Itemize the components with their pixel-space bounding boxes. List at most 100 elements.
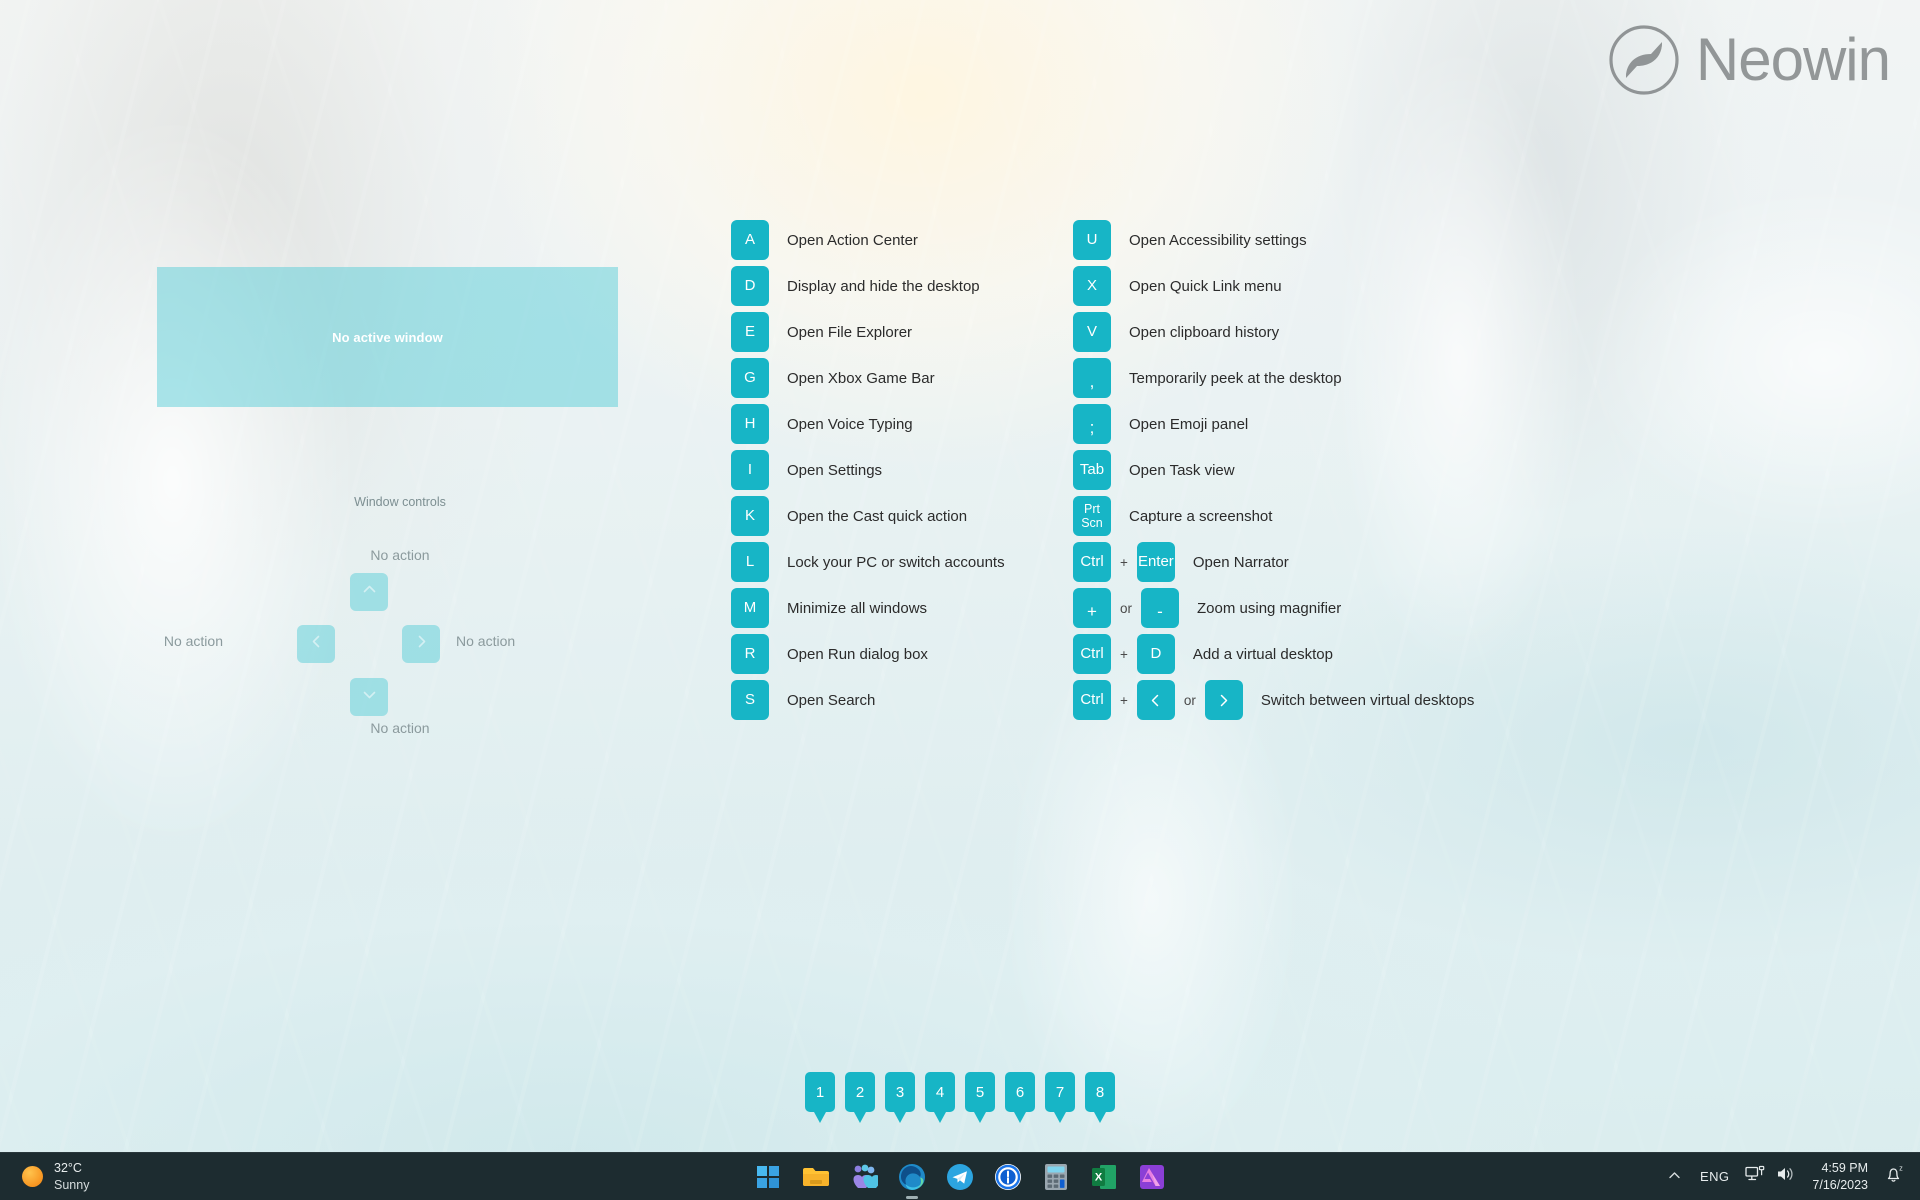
start-button[interactable] xyxy=(750,1159,786,1195)
shortcut-keys: D xyxy=(731,266,769,306)
shortcut-description: Capture a screenshot xyxy=(1129,507,1273,525)
window-control-left-button[interactable] xyxy=(297,625,335,663)
key-x[interactable]: X xyxy=(1073,266,1111,306)
key-a[interactable]: A xyxy=(731,220,769,260)
shortcut-row: V Open clipboard history xyxy=(1073,312,1474,352)
key-prt-scn[interactable]: Prt Scn xyxy=(1073,496,1111,536)
shortcut-row: Ctrl + Enter Open Narrator xyxy=(1073,542,1474,582)
shortcut-description: Minimize all windows xyxy=(787,599,928,617)
key-[interactable]: ; xyxy=(1073,404,1111,444)
shortcut-row: E Open File Explorer xyxy=(731,312,1005,352)
shortcut-row: ; Open Emoji panel xyxy=(1073,404,1474,444)
shortcut-row: R Open Run dialog box xyxy=(731,634,1005,674)
shortcut-description: Open Run dialog box xyxy=(787,645,928,663)
taskbar-position-badge-2[interactable]: 2 xyxy=(845,1072,875,1112)
key-joiner: or xyxy=(1183,692,1196,708)
key-h[interactable]: H xyxy=(731,404,769,444)
shortcut-list-right: U Open Accessibility settings X Open Quick … xyxy=(1073,220,1474,726)
key-r[interactable]: R xyxy=(731,634,769,674)
key-k[interactable]: K xyxy=(731,496,769,536)
shortcut-row: X Open Quick Link menu xyxy=(1073,266,1474,306)
widgets-icon xyxy=(853,1164,878,1188)
shortcut-row: A Open Action Center xyxy=(731,220,1005,260)
key-[interactable]: - xyxy=(1141,588,1180,628)
file-explorer-button[interactable] xyxy=(798,1159,834,1195)
neowin-watermark: Neowin xyxy=(1608,24,1891,96)
key-u[interactable]: U xyxy=(1073,220,1111,260)
taskbar-position-badge-3[interactable]: 3 xyxy=(885,1072,915,1112)
window-control-left-label: No action xyxy=(163,633,223,649)
shortcut-keys: Ctrl + D xyxy=(1073,634,1175,674)
key-[interactable]: + xyxy=(1073,588,1111,628)
shortcut-keys: Prt Scn xyxy=(1073,496,1111,536)
shortcut-row: G Open Xbox Game Bar xyxy=(731,358,1005,398)
folder-icon xyxy=(803,1167,829,1186)
key-chevron-left[interactable] xyxy=(1136,680,1175,720)
taskbar-position-badge-1[interactable]: 1 xyxy=(805,1072,835,1112)
taskbar: 32°C Sunny X ENG 4:59 PM 7/16/2023 z xyxy=(0,1152,1920,1200)
shortcut-keys: ; xyxy=(1073,404,1111,444)
taskbar-position-badge-6[interactable]: 6 xyxy=(1005,1072,1035,1112)
chevron-left-icon xyxy=(1147,692,1164,709)
window-control-down-button[interactable] xyxy=(350,678,388,716)
shortcut-keys: Ctrl + Enter xyxy=(1073,542,1175,582)
calculator-button[interactable] xyxy=(1038,1159,1074,1195)
shortcut-description: Open Settings xyxy=(787,461,883,479)
key-g[interactable]: G xyxy=(731,358,769,398)
affinity-photo-button[interactable] xyxy=(1134,1159,1170,1195)
key-d[interactable]: D xyxy=(731,266,769,306)
key-e[interactable]: E xyxy=(731,312,769,352)
shortcut-row: D Display and hide the desktop xyxy=(731,266,1005,306)
active-window-placeholder: No active window xyxy=(157,267,618,407)
taskbar-position-badge-7[interactable]: 7 xyxy=(1045,1072,1075,1112)
key-ctrl[interactable]: Ctrl xyxy=(1073,680,1111,720)
shortcut-keys: Ctrl + or xyxy=(1073,680,1243,720)
window-control-right-button[interactable] xyxy=(402,625,440,663)
shortcut-description: Open Emoji panel xyxy=(1129,415,1249,433)
neowin-logo-text: Neowin xyxy=(1695,26,1891,93)
key-ctrl[interactable]: Ctrl xyxy=(1073,542,1111,582)
tray-overflow-chevron-up-icon[interactable] xyxy=(1665,1168,1684,1186)
1password-button[interactable] xyxy=(990,1159,1026,1195)
chevron-right-icon xyxy=(413,633,430,655)
taskbar-position-badge-5[interactable]: 5 xyxy=(965,1072,995,1112)
key-joiner: + xyxy=(1120,554,1128,570)
key-s[interactable]: S xyxy=(731,680,769,720)
shortcut-keys: Tab xyxy=(1073,450,1111,490)
shortcut-description: Open Xbox Game Bar xyxy=(787,369,935,387)
key-ctrl[interactable]: Ctrl xyxy=(1073,634,1111,674)
telegram-icon xyxy=(947,1163,973,1190)
shortcut-description: Open clipboard history xyxy=(1129,323,1280,341)
key-l[interactable]: L xyxy=(731,542,769,582)
key-d[interactable]: D xyxy=(1136,634,1175,674)
shortcut-row: M Minimize all windows xyxy=(731,588,1005,628)
shortcut-row: Tab Open Task view xyxy=(1073,450,1474,490)
widgets-button[interactable] xyxy=(846,1159,882,1195)
window-controls-cluster: Window controls No action No action No a… xyxy=(164,495,560,745)
shortcut-keys: U xyxy=(1073,220,1111,260)
key-v[interactable]: V xyxy=(1073,312,1111,352)
shortcut-keys: A xyxy=(731,220,769,260)
taskbar-position-badge-8[interactable]: 8 xyxy=(1085,1072,1115,1112)
shortcut-keys: I xyxy=(731,450,769,490)
microsoft-edge-button[interactable] xyxy=(894,1159,930,1195)
shortcut-description: Open the Cast quick action xyxy=(787,507,968,525)
shortcut-description: Add a virtual desktop xyxy=(1192,645,1333,663)
shortcut-row: Ctrl + or Switch between virtual desktops xyxy=(1073,680,1474,720)
key-chevron-right[interactable] xyxy=(1204,680,1243,720)
key-enter[interactable]: Enter xyxy=(1136,542,1175,582)
key-m[interactable]: M xyxy=(731,588,769,628)
key-joiner: + xyxy=(1120,646,1128,662)
taskbar-app-icons: X xyxy=(0,1159,1920,1195)
taskbar-position-badge-4[interactable]: 4 xyxy=(925,1072,955,1112)
shortcut-row: I Open Settings xyxy=(731,450,1005,490)
shortcut-row: , Temporarily peek at the desktop xyxy=(1073,358,1474,398)
microsoft-excel-button[interactable]: X xyxy=(1086,1159,1122,1195)
key-[interactable]: , xyxy=(1073,358,1111,398)
key-tab[interactable]: Tab xyxy=(1073,450,1111,490)
telegram-button[interactable] xyxy=(942,1159,978,1195)
key-i[interactable]: I xyxy=(731,450,769,490)
window-control-up-button[interactable] xyxy=(350,573,388,611)
shortcut-description: Zoom using magnifier xyxy=(1197,599,1342,617)
active-window-label: No active window xyxy=(332,329,443,345)
